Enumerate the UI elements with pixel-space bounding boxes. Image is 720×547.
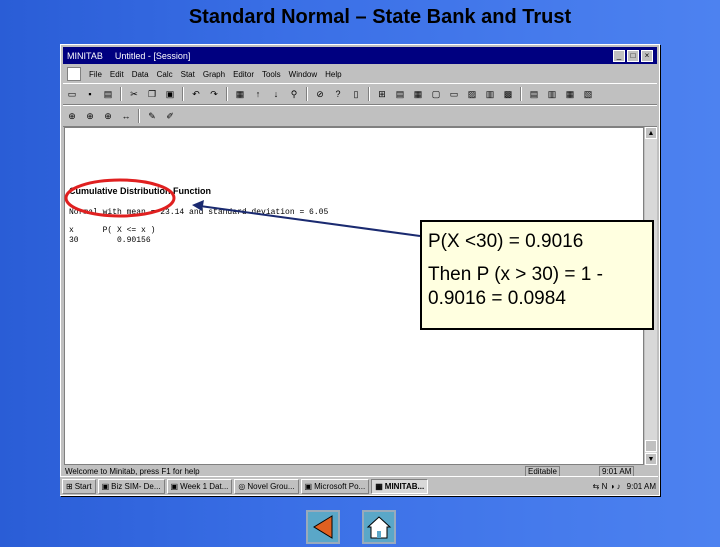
- task-label: MINITAB...: [384, 481, 425, 491]
- up-arrow-icon[interactable]: ↑: [250, 86, 266, 102]
- insert-columns-icon[interactable]: ⊕: [100, 108, 116, 124]
- doc-icon: ▣: [101, 481, 110, 491]
- insert-cells-icon[interactable]: ⊕: [64, 108, 80, 124]
- system-tray: ⇆ N ◑ ♪ 9:01 AM: [593, 482, 656, 491]
- menu-window[interactable]: Window: [285, 70, 321, 79]
- move-columns-icon[interactable]: ↔: [118, 108, 134, 124]
- document-icon[interactable]: [67, 67, 81, 81]
- tray-clock: 9:01 AM: [626, 481, 656, 491]
- session-heading: Cumulative Distribution Function: [69, 186, 211, 196]
- worksheets-icon[interactable]: ▤: [526, 86, 542, 102]
- insert-rows-icon[interactable]: ⊕: [82, 108, 98, 124]
- session-window-icon[interactable]: ▤: [392, 86, 408, 102]
- matrices-icon[interactable]: ▧: [580, 86, 596, 102]
- slide-title: Standard Normal – State Bank and Trust: [188, 6, 572, 28]
- taskbar: ⊞ Start ▣ Biz SIM- De... ▣ Week 1 Dat... ◎…: [60, 476, 658, 495]
- open-icon[interactable]: ▭: [64, 86, 80, 102]
- menu-help[interactable]: Help: [321, 70, 345, 79]
- start-label: Start: [74, 481, 92, 491]
- redo-icon[interactable]: ↷: [206, 86, 222, 102]
- home-icon: [366, 516, 392, 539]
- minimize-icon[interactable]: _: [613, 49, 625, 62]
- history-icon[interactable]: ▭: [446, 86, 462, 102]
- task-label: Week 1 Dat...: [180, 481, 229, 491]
- menu-graph[interactable]: Graph: [199, 70, 229, 79]
- globe-icon: ◎: [238, 481, 246, 491]
- task-label: Biz SIM- De...: [111, 481, 161, 491]
- home-button[interactable]: [362, 510, 396, 544]
- task-label: Novel Grou...: [247, 481, 295, 491]
- back-button[interactable]: [306, 510, 340, 544]
- maximize-icon[interactable]: □: [627, 49, 639, 62]
- help-icon[interactable]: ?: [330, 86, 346, 102]
- info-window-icon[interactable]: ▢: [428, 86, 444, 102]
- project-manager-icon[interactable]: ⊞: [374, 86, 390, 102]
- menu-tools[interactable]: Tools: [258, 70, 285, 79]
- session-result-row: 30 0.90156: [69, 236, 151, 245]
- main-toolbar: ▭ ▪ ▤ ✂ ❐ ▣ ↶ ↷ ▦ ↑ ↓ ⚲ ⊘ ? ▯ ⊞ ▤ ▦ ▢ ▭ …: [63, 83, 657, 105]
- print-icon[interactable]: ▤: [100, 86, 116, 102]
- callout-line-2: Then P (x > 30) = 1 - 0.9016 = 0.0984: [428, 263, 603, 310]
- last-dialog-icon[interactable]: ▦: [232, 86, 248, 102]
- undo-icon[interactable]: ↶: [188, 86, 204, 102]
- session-description: Normal with mean = 23.14 and standard de…: [69, 208, 329, 217]
- window-titlebar[interactable]: MINITAB Untitled - [Session] _ □ ×: [63, 47, 657, 64]
- task-minitab[interactable]: ▦ MINITAB...: [371, 478, 429, 494]
- task-biz-sim[interactable]: ▣ Biz SIM- De...: [97, 478, 165, 494]
- tray-icons[interactable]: ⇆ N ◑ ♪: [593, 482, 621, 491]
- menu-edit[interactable]: Edit: [106, 70, 128, 79]
- doc-icon: ▣: [170, 481, 179, 491]
- menu-calc[interactable]: Calc: [153, 70, 177, 79]
- window-title: Untitled - [Session]: [114, 50, 191, 61]
- secondary-toolbar: ⊕ ⊕ ⊕ ↔ ✎ ✐: [63, 105, 657, 127]
- close-icon[interactable]: ×: [641, 49, 653, 62]
- scroll-up-icon[interactable]: ▲: [645, 127, 657, 139]
- scroll-thumb[interactable]: [645, 440, 657, 452]
- menubar: File Edit Data Calc Stat Graph Editor To…: [63, 66, 657, 82]
- report-pad-icon[interactable]: ▥: [482, 86, 498, 102]
- doc-icon: ▣: [304, 481, 313, 491]
- paste-icon[interactable]: ▣: [162, 86, 178, 102]
- start-button[interactable]: ⊞ Start: [62, 478, 96, 494]
- brush-icon[interactable]: ✎: [144, 108, 160, 124]
- task-novel-group[interactable]: ◎ Novel Grou...: [234, 478, 299, 494]
- related-docs-icon[interactable]: ▩: [500, 86, 516, 102]
- callout-line-1: P(X <30) = 0.9016: [428, 231, 584, 252]
- data-window-icon[interactable]: ▦: [410, 86, 426, 102]
- app-name: MINITAB: [67, 50, 103, 61]
- task-week1[interactable]: ▣ Week 1 Dat...: [166, 478, 233, 494]
- status-message: Welcome to Minitab, press F1 for help: [65, 467, 200, 476]
- menu-editor[interactable]: Editor: [229, 70, 258, 79]
- down-arrow-icon[interactable]: ↓: [268, 86, 284, 102]
- cancel-icon[interactable]: ⊘: [312, 86, 328, 102]
- result-callout: P(X <30) = 0.9016 Then P (x > 30) = 1 - …: [420, 220, 654, 330]
- menu-file[interactable]: File: [85, 70, 106, 79]
- graph-folder-icon[interactable]: ▨: [464, 86, 480, 102]
- menu-data[interactable]: Data: [128, 70, 153, 79]
- windows-logo-icon: ⊞: [66, 481, 73, 491]
- scroll-down-icon[interactable]: ▼: [645, 453, 657, 465]
- cut-icon[interactable]: ✂: [126, 86, 142, 102]
- session-column-header: x P( X <= x ): [69, 226, 156, 235]
- save-icon[interactable]: ▪: [82, 86, 98, 102]
- constants-icon[interactable]: ▦: [562, 86, 578, 102]
- columns-icon[interactable]: ▥: [544, 86, 560, 102]
- task-label: Microsoft Po...: [314, 481, 366, 491]
- annotate-icon[interactable]: ✐: [162, 108, 178, 124]
- task-powerpoint[interactable]: ▣ Microsoft Po...: [300, 478, 370, 494]
- copy-icon[interactable]: ❐: [144, 86, 160, 102]
- info-icon[interactable]: ▯: [348, 86, 364, 102]
- back-arrow-icon: [313, 515, 333, 539]
- minitab-icon: ▦: [375, 481, 383, 491]
- menu-stat[interactable]: Stat: [177, 70, 199, 79]
- find-icon[interactable]: ⚲: [286, 86, 302, 102]
